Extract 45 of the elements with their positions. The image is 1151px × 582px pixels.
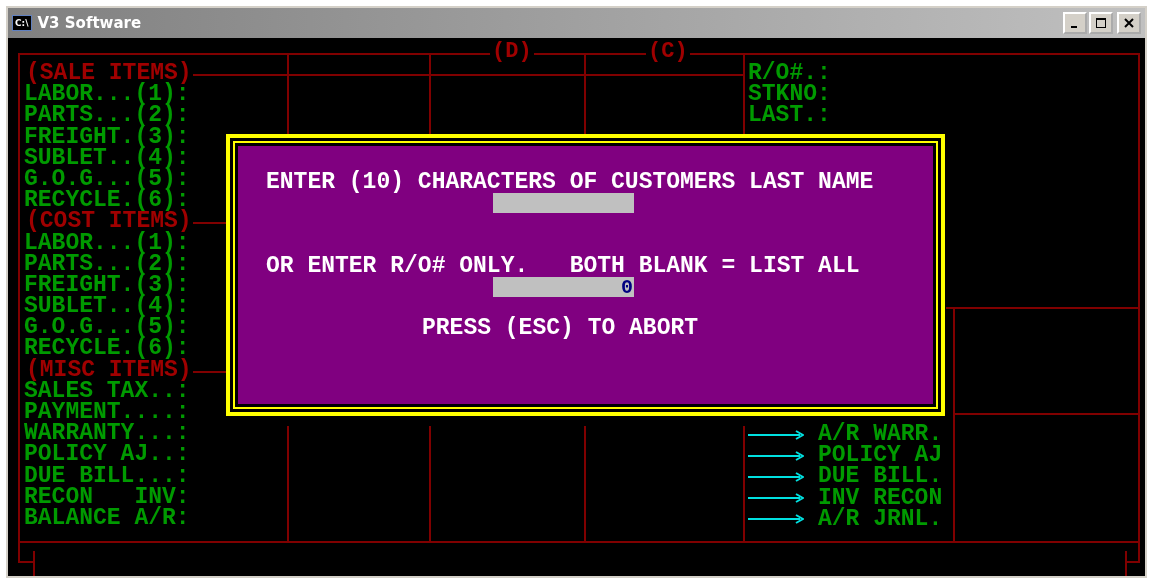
last-name-field[interactable] — [493, 193, 634, 213]
prompt-text: OR ENTER R/O# ONLY. BOTH BLANK = LIST ALL — [266, 255, 860, 277]
field-label: RECYCLE.(6): — [24, 190, 191, 212]
field-label: WARRANTY...: — [24, 423, 191, 445]
arrow-icon — [748, 450, 804, 461]
posting-label: A/R JRNL. — [818, 508, 943, 530]
field-label: RECYCLE.(6): — [24, 338, 191, 360]
field-label: R/O#.: — [748, 63, 831, 85]
column-marker: (D) — [490, 40, 534, 64]
arrow-icon — [748, 493, 804, 504]
arrow-icon — [748, 429, 804, 440]
field-label: POLICY AJ..: — [24, 444, 191, 466]
field-label: SUBLET..(4): — [24, 147, 191, 169]
field-label: FREIGHT.(3): — [24, 274, 191, 297]
field-label: LAST.: — [748, 105, 831, 127]
window-title: V3 Software — [37, 14, 143, 32]
ro-number-field[interactable]: 0 — [493, 277, 634, 297]
field-label: G.O.G...(5): — [24, 168, 191, 191]
maximize-icon — [1096, 18, 1106, 28]
close-button[interactable] — [1117, 12, 1141, 34]
prompt-text: ENTER (10) CHARACTERS OF CUSTOMERS LAST NAME — [266, 171, 874, 193]
field-label: FREIGHT.(3): — [24, 126, 191, 148]
field-label: PARTS...(2): — [24, 253, 191, 275]
field-label: SUBLET..(4): — [24, 296, 191, 318]
abort-hint: PRESS (ESC) TO ABORT — [422, 317, 699, 339]
posting-label: POLICY AJ — [818, 445, 943, 467]
command-prompt-icon: C:\ — [12, 15, 32, 31]
posting-label: DUE BILL. — [818, 466, 943, 488]
column-marker: (C) — [646, 40, 690, 64]
field-label: DUE BILL...: — [24, 465, 191, 487]
close-icon — [1124, 18, 1134, 28]
minimize-icon — [1070, 25, 1077, 28]
posting-label: A/R WARR. — [818, 424, 943, 446]
field-label: PAYMENT....: — [24, 402, 191, 424]
field-label: LABOR...(1): — [24, 84, 191, 106]
field-label: SALES TAX..: — [24, 380, 191, 402]
field-label: PARTS...(2): — [24, 105, 191, 127]
field-label: LABOR...(1): — [24, 232, 191, 254]
minimize-button[interactable] — [1063, 12, 1087, 34]
arrow-icon — [748, 471, 804, 482]
maximize-button[interactable] — [1089, 12, 1113, 34]
field-label: STKNO: — [748, 84, 831, 106]
field-label: BALANCE A/R: — [24, 507, 191, 530]
arrow-icon — [748, 514, 804, 525]
field-label: G.O.G...(5): — [24, 317, 191, 339]
